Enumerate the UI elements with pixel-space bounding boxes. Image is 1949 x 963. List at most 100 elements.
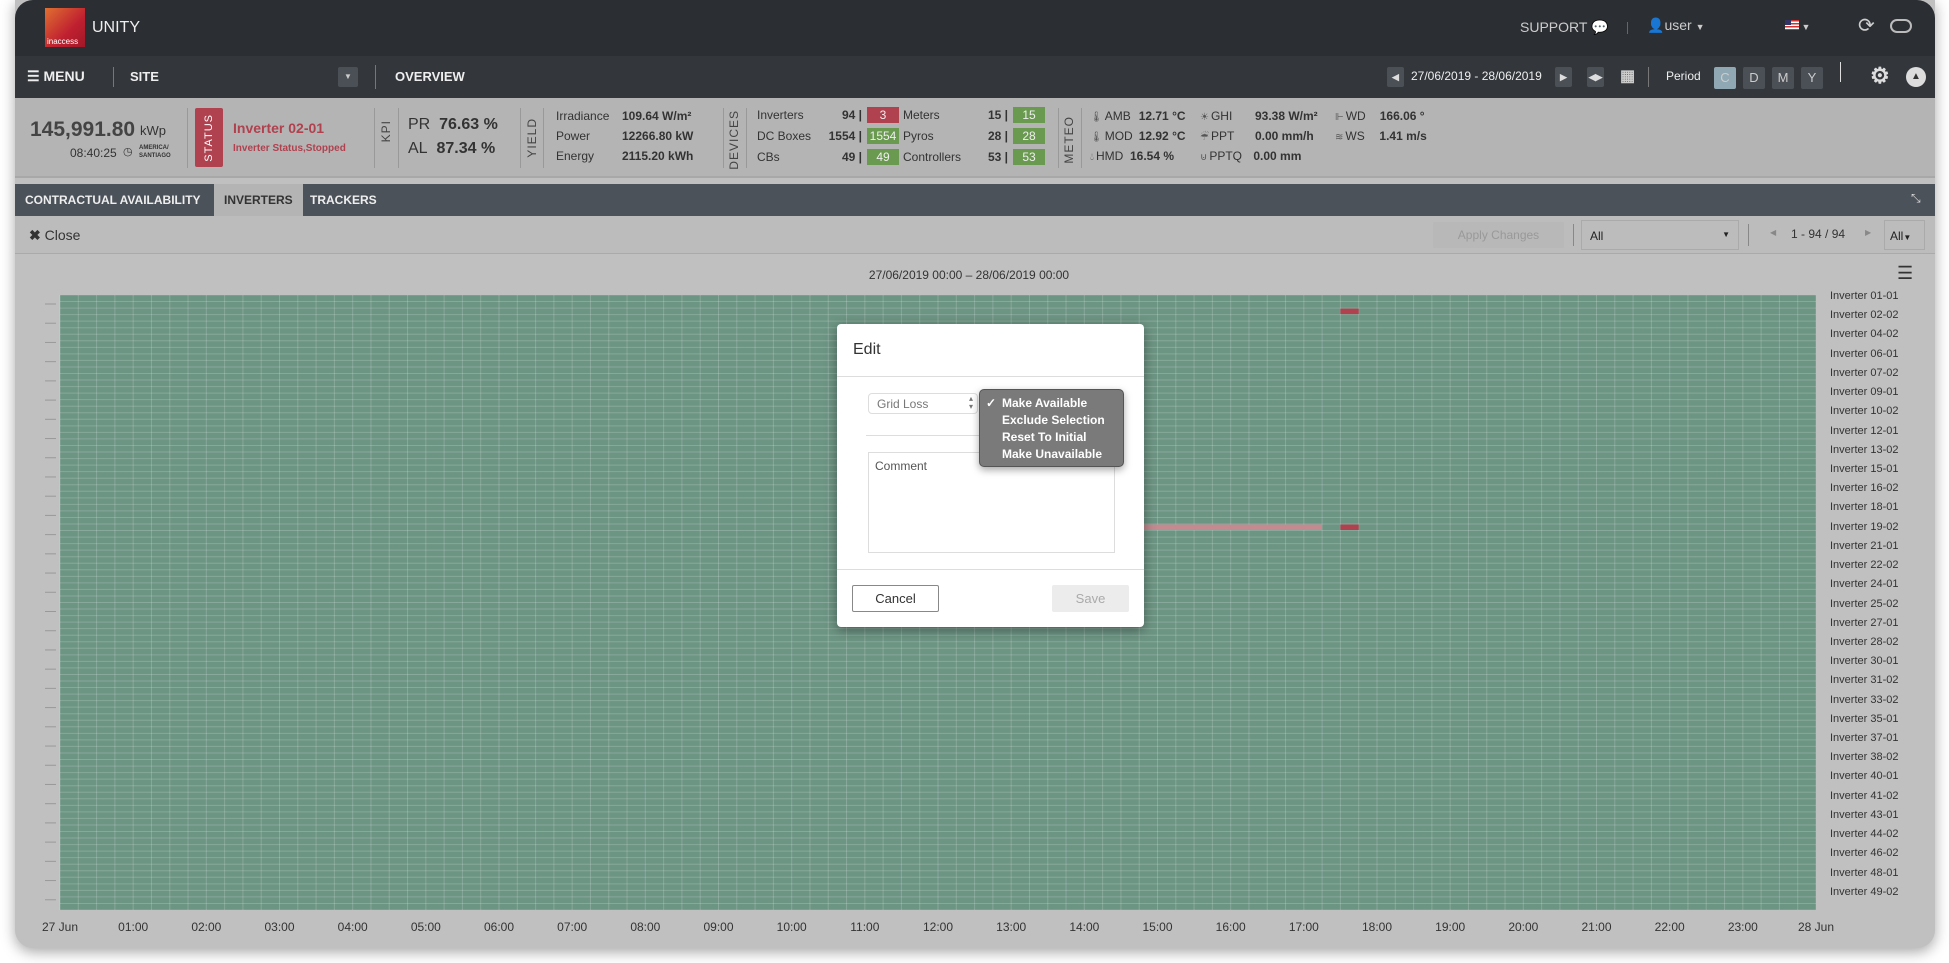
device-label: Inverters xyxy=(757,108,804,122)
y-axis-label: Inverter 09-01 xyxy=(1830,386,1899,399)
menu-item-exclude-selection[interactable]: Exclude Selection xyxy=(980,412,1123,429)
separator xyxy=(113,67,114,87)
user-menu[interactable]: 👤user ▼ xyxy=(1647,17,1704,34)
calendar-icon[interactable]: ▦ xyxy=(1620,66,1635,86)
meteo-label: GHI xyxy=(1210,109,1233,123)
meteo-value: 16.54 % xyxy=(1130,149,1175,163)
prev-date-button[interactable]: ◀ xyxy=(1387,67,1404,87)
heatmap-cell-unavailable[interactable] xyxy=(1340,308,1359,315)
toggle-icon[interactable] xyxy=(1890,19,1912,33)
devices-list-left: Inverters 94 | 3 DC Boxes 1554 | 1554 CBs 49 | 4… xyxy=(757,107,899,170)
tab-trackers[interactable]: TRACKERS xyxy=(300,184,387,216)
x-axis-label: 27 Jun xyxy=(41,920,79,934)
separator xyxy=(746,108,747,168)
heatmap-cell-unavailable[interactable] xyxy=(1340,524,1359,531)
x-axis-label: 12:00 xyxy=(922,920,954,934)
comment-placeholder: Comment xyxy=(875,459,928,473)
tab-contractual-availability[interactable]: CONTRACTUAL AVAILABILITY xyxy=(15,184,211,216)
comment-textarea[interactable]: Comment xyxy=(868,452,1115,553)
x-axis-label: 22:00 xyxy=(1654,920,1685,934)
filter-select[interactable]: All ▼ xyxy=(1581,220,1739,250)
thermometer-icon: 🌡︎ xyxy=(1090,112,1103,123)
heatmap-cell-selected[interactable] xyxy=(1139,524,1323,531)
x-axis-label: 08:00 xyxy=(630,920,661,934)
user-label: user xyxy=(1664,17,1692,33)
y-axis-label: Inverter 40-01 xyxy=(1830,770,1899,783)
save-button[interactable]: Save xyxy=(1052,585,1129,612)
support-link[interactable]: SUPPORT 💬 xyxy=(1520,19,1609,36)
y-axis-label: Inverter 16-02 xyxy=(1830,482,1899,495)
local-time: 08:40:25 xyxy=(70,146,117,160)
reason-select[interactable]: Grid Loss ▴ ▾ xyxy=(868,393,978,414)
menu-item-reset-to-initial[interactable]: Reset To Initial xyxy=(980,429,1123,446)
device-label: CBs xyxy=(757,150,780,164)
meteo-label: HMD xyxy=(1096,149,1124,163)
language-selector[interactable]: ▼ xyxy=(1785,20,1810,32)
prev-page-button[interactable]: ◀ xyxy=(1770,228,1776,237)
meteo-grid: 🌡︎ AMB 12.71 °C ☀︎ GHI 93.38 W/m² ⊩ WD 166.06 ° 🌡… xyxy=(1090,109,1445,169)
support-label: SUPPORT xyxy=(1520,19,1588,35)
period-d-button[interactable]: D xyxy=(1743,67,1765,89)
menu-item-make-unavailable[interactable]: Make Unavailable xyxy=(980,446,1123,463)
device-row[interactable]: Meters 15 | 15 xyxy=(903,107,1045,128)
gear-icon[interactable]: ⚙ xyxy=(1870,63,1890,89)
kpi-section-label: KPI xyxy=(379,120,393,143)
expand-icon[interactable]: ⤡ xyxy=(1911,191,1921,206)
y-axis-label: Inverter 41-02 xyxy=(1830,789,1899,802)
x-axis-label: 20:00 xyxy=(1508,920,1539,934)
x-axis-label: 07:00 xyxy=(557,920,588,934)
meteo-value: 1.41 m/s xyxy=(1379,129,1427,143)
al-row: AL 87.34 % xyxy=(408,140,495,158)
period-y-button[interactable]: Y xyxy=(1801,67,1823,89)
menu-button[interactable]: ☰ MENU xyxy=(27,68,85,85)
menu-item-make-available[interactable]: ✓ Make Available xyxy=(980,395,1123,412)
logo: inaccess xyxy=(45,8,85,47)
cancel-button[interactable]: Cancel xyxy=(852,585,939,612)
device-row[interactable]: DC Boxes 1554 | 1554 xyxy=(757,128,899,149)
site-dropdown-button[interactable]: ▼ xyxy=(338,67,358,87)
meteo-label: PPT xyxy=(1210,129,1235,143)
close-button[interactable]: ✖ Close xyxy=(29,227,80,244)
device-row[interactable]: Controllers 53 | 53 xyxy=(903,149,1045,170)
collapse-up-icon[interactable]: ▲ xyxy=(1906,67,1926,87)
device-row[interactable]: CBs 49 | 49 xyxy=(757,149,899,170)
rain-gauge-icon: ⊍ xyxy=(1200,152,1208,163)
app-window: inaccess UNITY SUPPORT 💬 👤user ▼ ▼ ⟳ ☰ M… xyxy=(15,0,1935,948)
separator xyxy=(1573,224,1574,246)
x-axis-label: 02:00 xyxy=(191,920,222,934)
expand-range-button[interactable]: ◀▶ xyxy=(1587,67,1604,87)
y-axis-label: Inverter 01-01 xyxy=(1830,290,1899,302)
device-row[interactable]: Inverters 94 | 3 xyxy=(757,107,899,128)
capacity-value: 145,991.80 xyxy=(30,118,136,141)
x-axis-label: 15:00 xyxy=(1142,920,1173,934)
meteo-value: 0.00 mm/h xyxy=(1254,129,1314,143)
checkmark-icon: ✓ xyxy=(986,396,997,410)
chart-menu-icon[interactable]: ☰ xyxy=(1897,263,1913,284)
status-device[interactable]: Inverter 02-01 xyxy=(233,120,324,136)
updown-icon: ▴ ▾ xyxy=(968,394,973,411)
period-m-button[interactable]: M xyxy=(1772,67,1794,89)
yield-label: Irradiance xyxy=(556,109,610,123)
period-c-button[interactable]: C xyxy=(1714,67,1736,89)
separator xyxy=(543,108,544,168)
rain-icon: ☔︎ xyxy=(1200,132,1209,143)
apply-changes-button[interactable]: Apply Changes xyxy=(1433,222,1564,248)
wind-direction-icon: ⊩ xyxy=(1335,112,1344,123)
date-range[interactable]: 27/06/2019 - 28/06/2019 xyxy=(1411,69,1542,83)
al-label: AL xyxy=(408,140,428,157)
page-size-select[interactable]: All▼ xyxy=(1884,220,1925,250)
refresh-icon[interactable]: ⟳ xyxy=(1858,13,1875,38)
device-row[interactable]: Pyros 28 | 28 xyxy=(903,128,1045,149)
separator xyxy=(374,108,375,168)
y-axis-label: Inverter 27-01 xyxy=(1830,616,1899,629)
meteo-item: 🌡︎ AMB 12.71 °C xyxy=(1090,109,1200,129)
pagination-text: 1 - 94 / 94 xyxy=(1791,227,1846,241)
sun-icon: ☀︎ xyxy=(1200,112,1209,123)
yield-label: Energy xyxy=(556,149,595,163)
nav-bar: ☰ MENU SITE ▼ OVERVIEW ◀ 27/06/2019 - 28… xyxy=(15,56,1935,98)
next-page-button[interactable]: ▶ xyxy=(1865,228,1871,237)
tab-inverters[interactable]: INVERTERS xyxy=(214,184,303,216)
next-date-button[interactable]: ▶ xyxy=(1555,67,1572,87)
y-axis-label: Inverter 10-02 xyxy=(1830,405,1899,418)
site-label: SITE xyxy=(130,69,159,84)
